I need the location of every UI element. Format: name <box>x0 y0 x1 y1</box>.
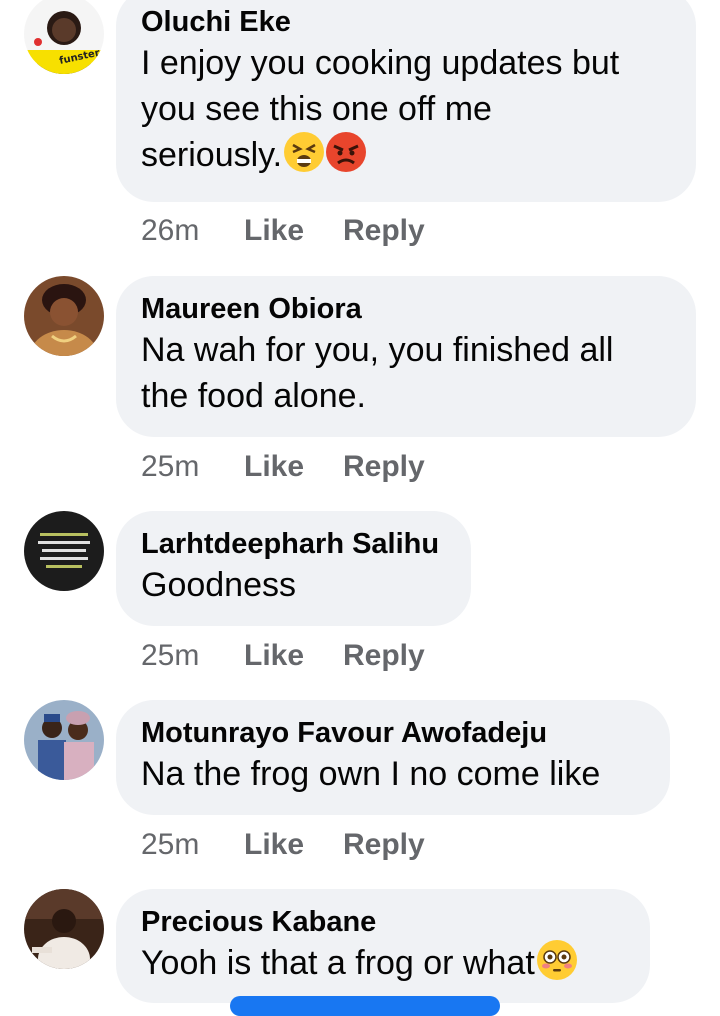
tired-face-emoji <box>284 132 325 172</box>
flushed-face-emoji <box>536 940 577 980</box>
comment-text: Na wah for you, you finished all the foo… <box>141 327 670 419</box>
comment-line-text: seriously. <box>141 136 283 174</box>
comment-bubble: Larhtdeepharh Salihu Goodness <box>116 511 471 626</box>
comment-line: Na wah for you, you finished all <box>141 331 614 369</box>
comment-text: Na the frog own I no come like <box>141 751 644 797</box>
reply-button[interactable]: Reply <box>343 214 425 248</box>
comment-line: seriously. <box>141 132 670 178</box>
comment-timestamp[interactable]: 25m <box>141 450 244 484</box>
comment-text: Yooh is that a frog or what <box>141 940 624 986</box>
reply-button[interactable]: Reply <box>343 828 425 862</box>
commenter-name[interactable]: Precious Kabane <box>141 904 624 940</box>
comment-bubble: Precious Kabane Yooh is that a frog or w… <box>116 889 650 1003</box>
comment-actions: 25m Like Reply <box>141 828 425 862</box>
comment-line: the food alone. <box>141 377 366 415</box>
comment-timestamp[interactable]: 26m <box>141 214 244 248</box>
comment-text: I enjoy you cooking updates but you see … <box>141 40 670 178</box>
commenter-name[interactable]: Motunrayo Favour Awofadeju <box>141 715 644 751</box>
avatar[interactable] <box>24 889 104 969</box>
comment-line: Goodness <box>141 566 296 604</box>
comment-bubble: Motunrayo Favour Awofadeju Na the frog o… <box>116 700 670 815</box>
bottom-action-bar[interactable] <box>230 996 500 1016</box>
comment-bubble: Maureen Obiora Na wah for you, you finis… <box>116 276 696 437</box>
avatar[interactable]: funster <box>24 0 104 74</box>
reply-button[interactable]: Reply <box>343 450 425 484</box>
like-button[interactable]: Like <box>244 450 343 484</box>
comment-actions: 26m Like Reply <box>141 214 425 248</box>
comment-line: Na the frog own I no come like <box>141 755 601 793</box>
comment-timestamp[interactable]: 25m <box>141 639 244 673</box>
like-button[interactable]: Like <box>244 214 343 248</box>
like-button[interactable]: Like <box>244 639 343 673</box>
comment-bubble: Oluchi Eke I enjoy you cooking updates b… <box>116 0 696 202</box>
comment-line-text: Yooh is that a frog or what <box>141 944 535 982</box>
like-button[interactable]: Like <box>244 828 343 862</box>
angry-face-emoji <box>326 132 367 172</box>
avatar[interactable] <box>24 700 104 780</box>
comment-line: Yooh is that a frog or what <box>141 940 624 986</box>
comment-text: Goodness <box>141 562 445 608</box>
avatar[interactable] <box>24 276 104 356</box>
reply-button[interactable]: Reply <box>343 639 425 673</box>
comment-line: I enjoy you cooking updates but <box>141 44 620 82</box>
commenter-name[interactable]: Larhtdeepharh Salihu <box>141 526 445 562</box>
avatar[interactable] <box>24 511 104 591</box>
comment-actions: 25m Like Reply <box>141 450 425 484</box>
commenter-name[interactable]: Oluchi Eke <box>141 4 670 40</box>
comment-line: you see this one off me <box>141 90 492 128</box>
comment-timestamp[interactable]: 25m <box>141 828 244 862</box>
comment-actions: 25m Like Reply <box>141 639 425 673</box>
commenter-name[interactable]: Maureen Obiora <box>141 291 670 327</box>
